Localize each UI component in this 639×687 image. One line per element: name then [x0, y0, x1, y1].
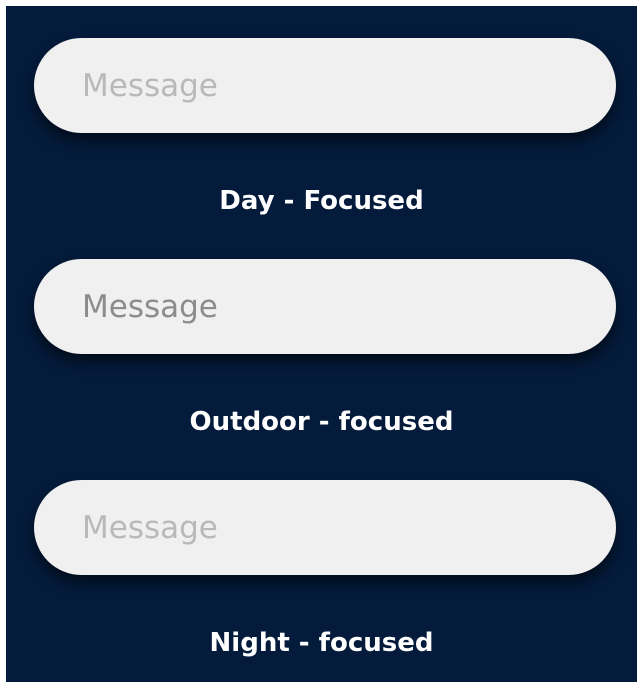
- caption-day: Day - Focused: [219, 186, 424, 216]
- message-field-day[interactable]: [34, 38, 616, 133]
- caption-outdoor: Outdoor - focused: [189, 407, 454, 437]
- message-input-outdoor[interactable]: [82, 259, 616, 354]
- caption-night: Night - focused: [209, 628, 434, 658]
- message-field-outdoor[interactable]: [34, 259, 616, 354]
- message-input-day[interactable]: [82, 38, 616, 133]
- message-input-night[interactable]: [82, 480, 616, 575]
- variants-panel: Day - Focused Outdoor - focused Night - …: [6, 6, 637, 682]
- message-field-night[interactable]: [34, 480, 616, 575]
